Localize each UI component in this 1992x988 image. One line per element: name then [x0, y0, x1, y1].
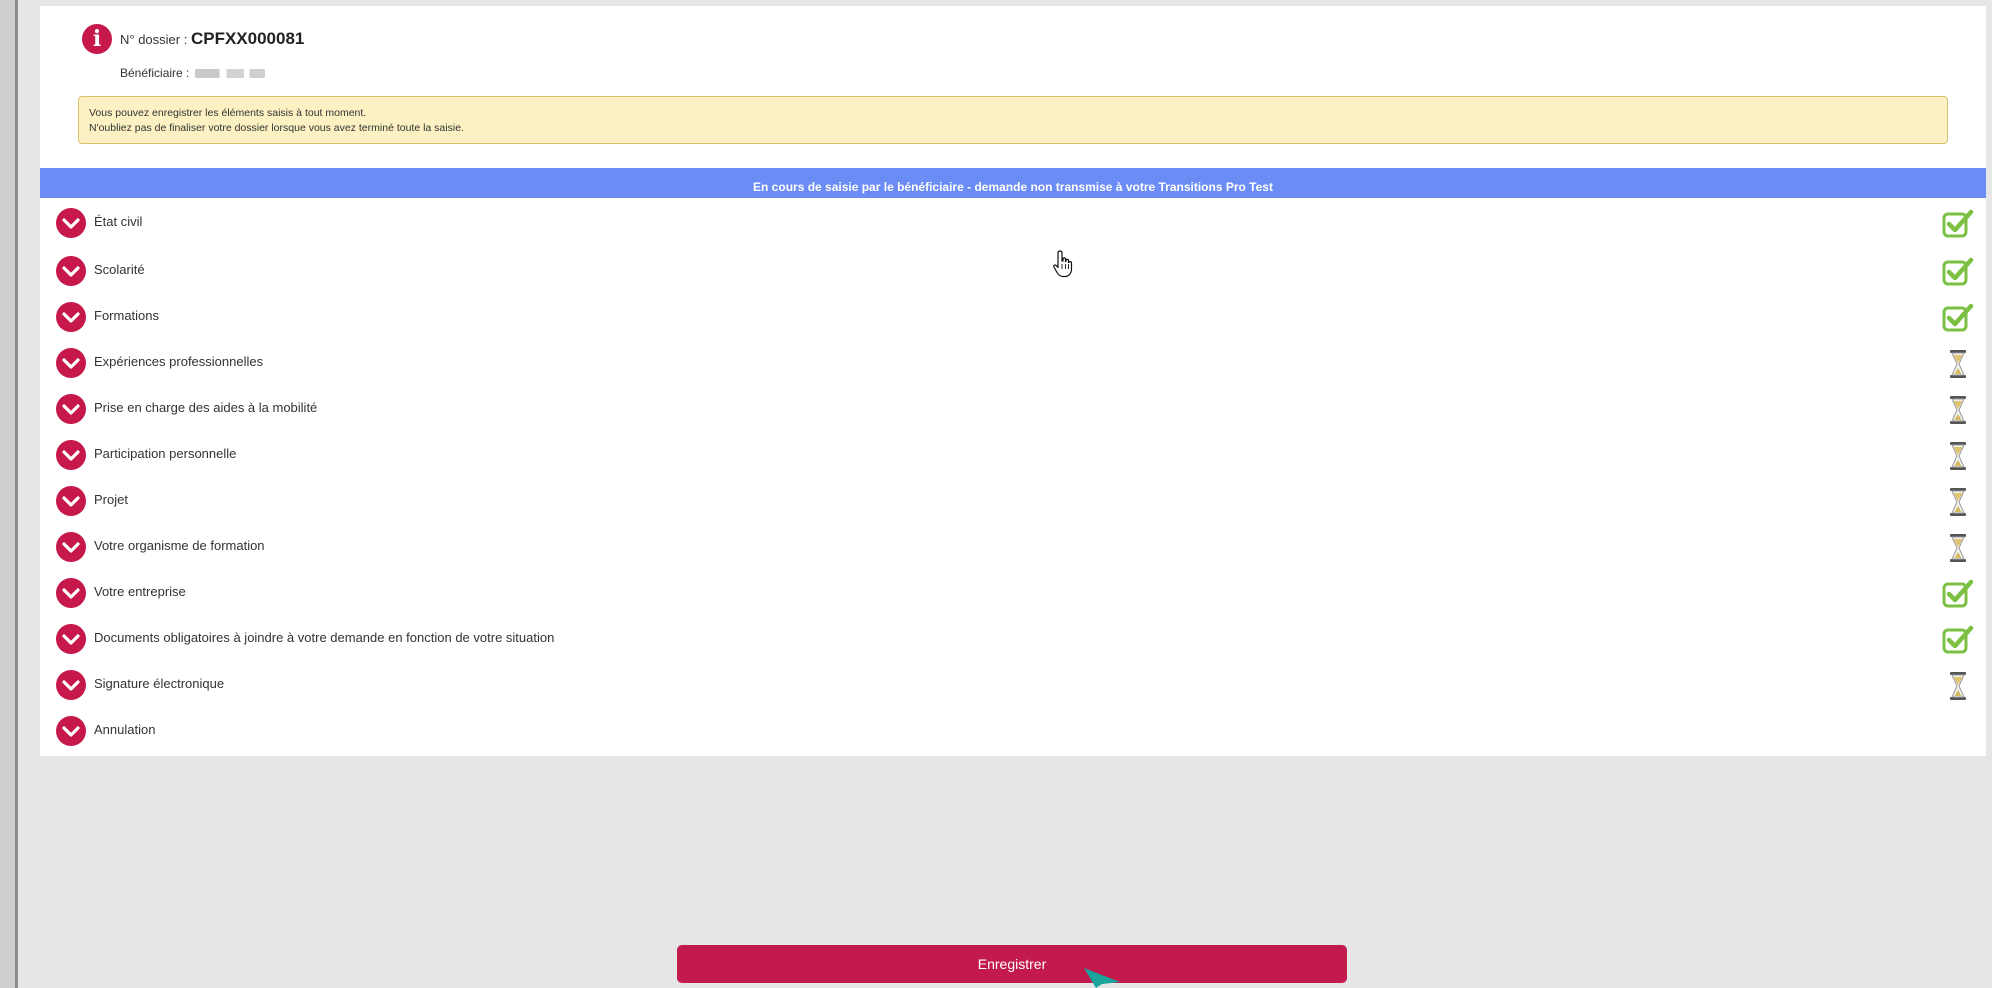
- check-icon: [1942, 303, 1974, 332]
- hand-pointer-cursor-icon: [1053, 250, 1073, 278]
- section-label: Formations: [94, 308, 160, 323]
- chevron-down-icon[interactable]: [56, 578, 86, 608]
- save-button[interactable]: Enregistrer: [677, 945, 1347, 983]
- section-label: Prise en charge des aides à la mobilité: [94, 400, 318, 415]
- dossier-label: N° dossier :: [120, 32, 188, 47]
- hourglass-icon: [1950, 488, 1966, 516]
- section-row[interactable]: Participation personnelle: [40, 430, 1986, 480]
- chevron-down-icon[interactable]: [56, 302, 86, 332]
- chevron-down-icon[interactable]: [56, 532, 86, 562]
- section-row[interactable]: Documents obligatoires à joindre à votre…: [40, 614, 1986, 664]
- section-row[interactable]: Votre entreprise: [40, 568, 1986, 618]
- section-row[interactable]: Projet: [40, 476, 1986, 526]
- section-row[interactable]: Scolarité: [40, 246, 1986, 296]
- section-row[interactable]: Annulation: [40, 706, 1986, 756]
- dossier-page: i N° dossier : CPFXX000081 Bénéficiaire …: [40, 6, 1986, 988]
- chevron-down-icon[interactable]: [56, 256, 86, 286]
- chevron-down-icon[interactable]: [56, 624, 86, 654]
- hourglass-icon: [1950, 672, 1966, 700]
- chevron-down-icon[interactable]: [56, 394, 86, 424]
- section-label: État civil: [94, 214, 143, 229]
- section-label: Signature électronique: [94, 676, 225, 691]
- beneficiary-line: Bénéficiaire :: [120, 66, 265, 80]
- section-row[interactable]: Expériences professionnelles: [40, 338, 1986, 388]
- chevron-down-icon[interactable]: [56, 716, 86, 746]
- dossier-number-line: N° dossier : CPFXX000081: [120, 29, 304, 49]
- hourglass-icon: [1950, 350, 1966, 378]
- section-row[interactable]: État civil: [40, 198, 1986, 248]
- chevron-down-icon[interactable]: [56, 208, 86, 238]
- check-icon: [1942, 209, 1974, 238]
- check-icon: [1942, 579, 1974, 608]
- info-notice: Vous pouvez enregistrer les éléments sai…: [78, 96, 1948, 144]
- pointer-cursor-icon: [1084, 968, 1120, 988]
- hourglass-icon: [1950, 442, 1966, 470]
- chevron-down-icon[interactable]: [56, 486, 86, 516]
- section-label: Votre organisme de formation: [94, 538, 265, 553]
- section-row[interactable]: Votre organisme de formation: [40, 522, 1986, 572]
- dossier-number: CPFXX000081: [190, 29, 305, 48]
- section-row[interactable]: Formations: [40, 292, 1986, 342]
- left-rail: [0, 0, 18, 988]
- section-label: Scolarité: [94, 262, 145, 277]
- hourglass-icon: [1950, 534, 1966, 562]
- check-icon: [1942, 625, 1974, 654]
- info-icon: i: [82, 24, 112, 54]
- hourglass-icon: [1950, 396, 1966, 424]
- section-label: Participation personnelle: [94, 446, 237, 461]
- chevron-down-icon[interactable]: [56, 348, 86, 378]
- section-row[interactable]: Signature électronique: [40, 660, 1986, 710]
- beneficiary-name-redacted: [194, 69, 265, 79]
- notice-line-1: Vous pouvez enregistrer les éléments sai…: [89, 107, 367, 119]
- chevron-down-icon[interactable]: [56, 670, 86, 700]
- chevron-down-icon[interactable]: [56, 440, 86, 470]
- section-label: Votre entreprise: [94, 584, 186, 599]
- section-label: Projet: [94, 492, 128, 507]
- notice-line-2: N'oubliez pas de finaliser votre dossier…: [89, 122, 464, 134]
- section-label: Annulation: [94, 722, 156, 737]
- dossier-header: i N° dossier : CPFXX000081 Bénéficiaire …: [40, 6, 1986, 168]
- beneficiary-label: Bénéficiaire :: [120, 66, 190, 80]
- check-icon: [1942, 257, 1974, 286]
- section-label: Documents obligatoires à joindre à votre…: [94, 630, 555, 645]
- section-row[interactable]: Prise en charge des aides à la mobilité: [40, 384, 1986, 434]
- section-label: Expériences professionnelles: [94, 354, 264, 369]
